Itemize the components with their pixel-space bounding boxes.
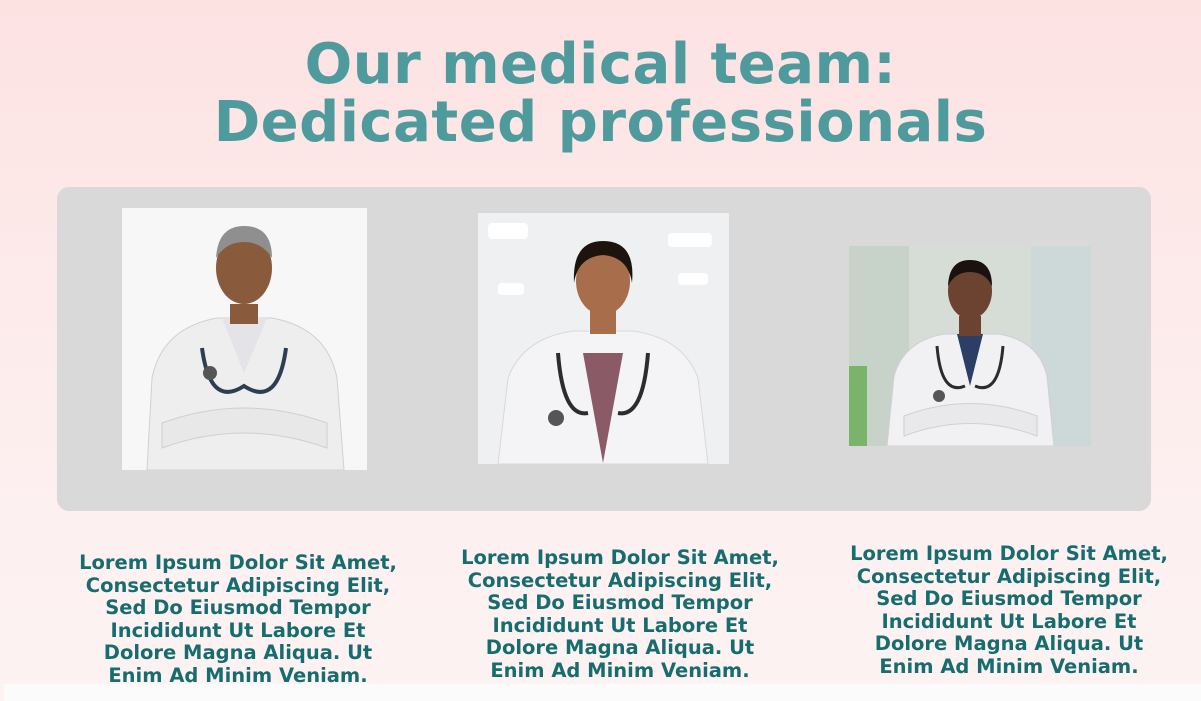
page-title-line1: Our medical team: bbox=[304, 32, 897, 97]
page-title: Our medical team: Dedicated professional… bbox=[0, 36, 1201, 152]
doctor-male-senior-photo bbox=[122, 208, 367, 470]
bottom-strip bbox=[4, 684, 1201, 701]
team-member-description-3: Lorem Ipsum Dolor Sit Amet, Consectetur … bbox=[850, 542, 1168, 678]
page-title-line2: Dedicated professionals bbox=[213, 90, 988, 155]
team-member-description-1: Lorem Ipsum Dolor Sit Amet, Consectetur … bbox=[79, 551, 397, 687]
doctor-male-young-photo bbox=[849, 246, 1091, 446]
team-member-description-2: Lorem Ipsum Dolor Sit Amet, Consectetur … bbox=[461, 546, 779, 682]
doctor-female-photo bbox=[478, 213, 729, 464]
